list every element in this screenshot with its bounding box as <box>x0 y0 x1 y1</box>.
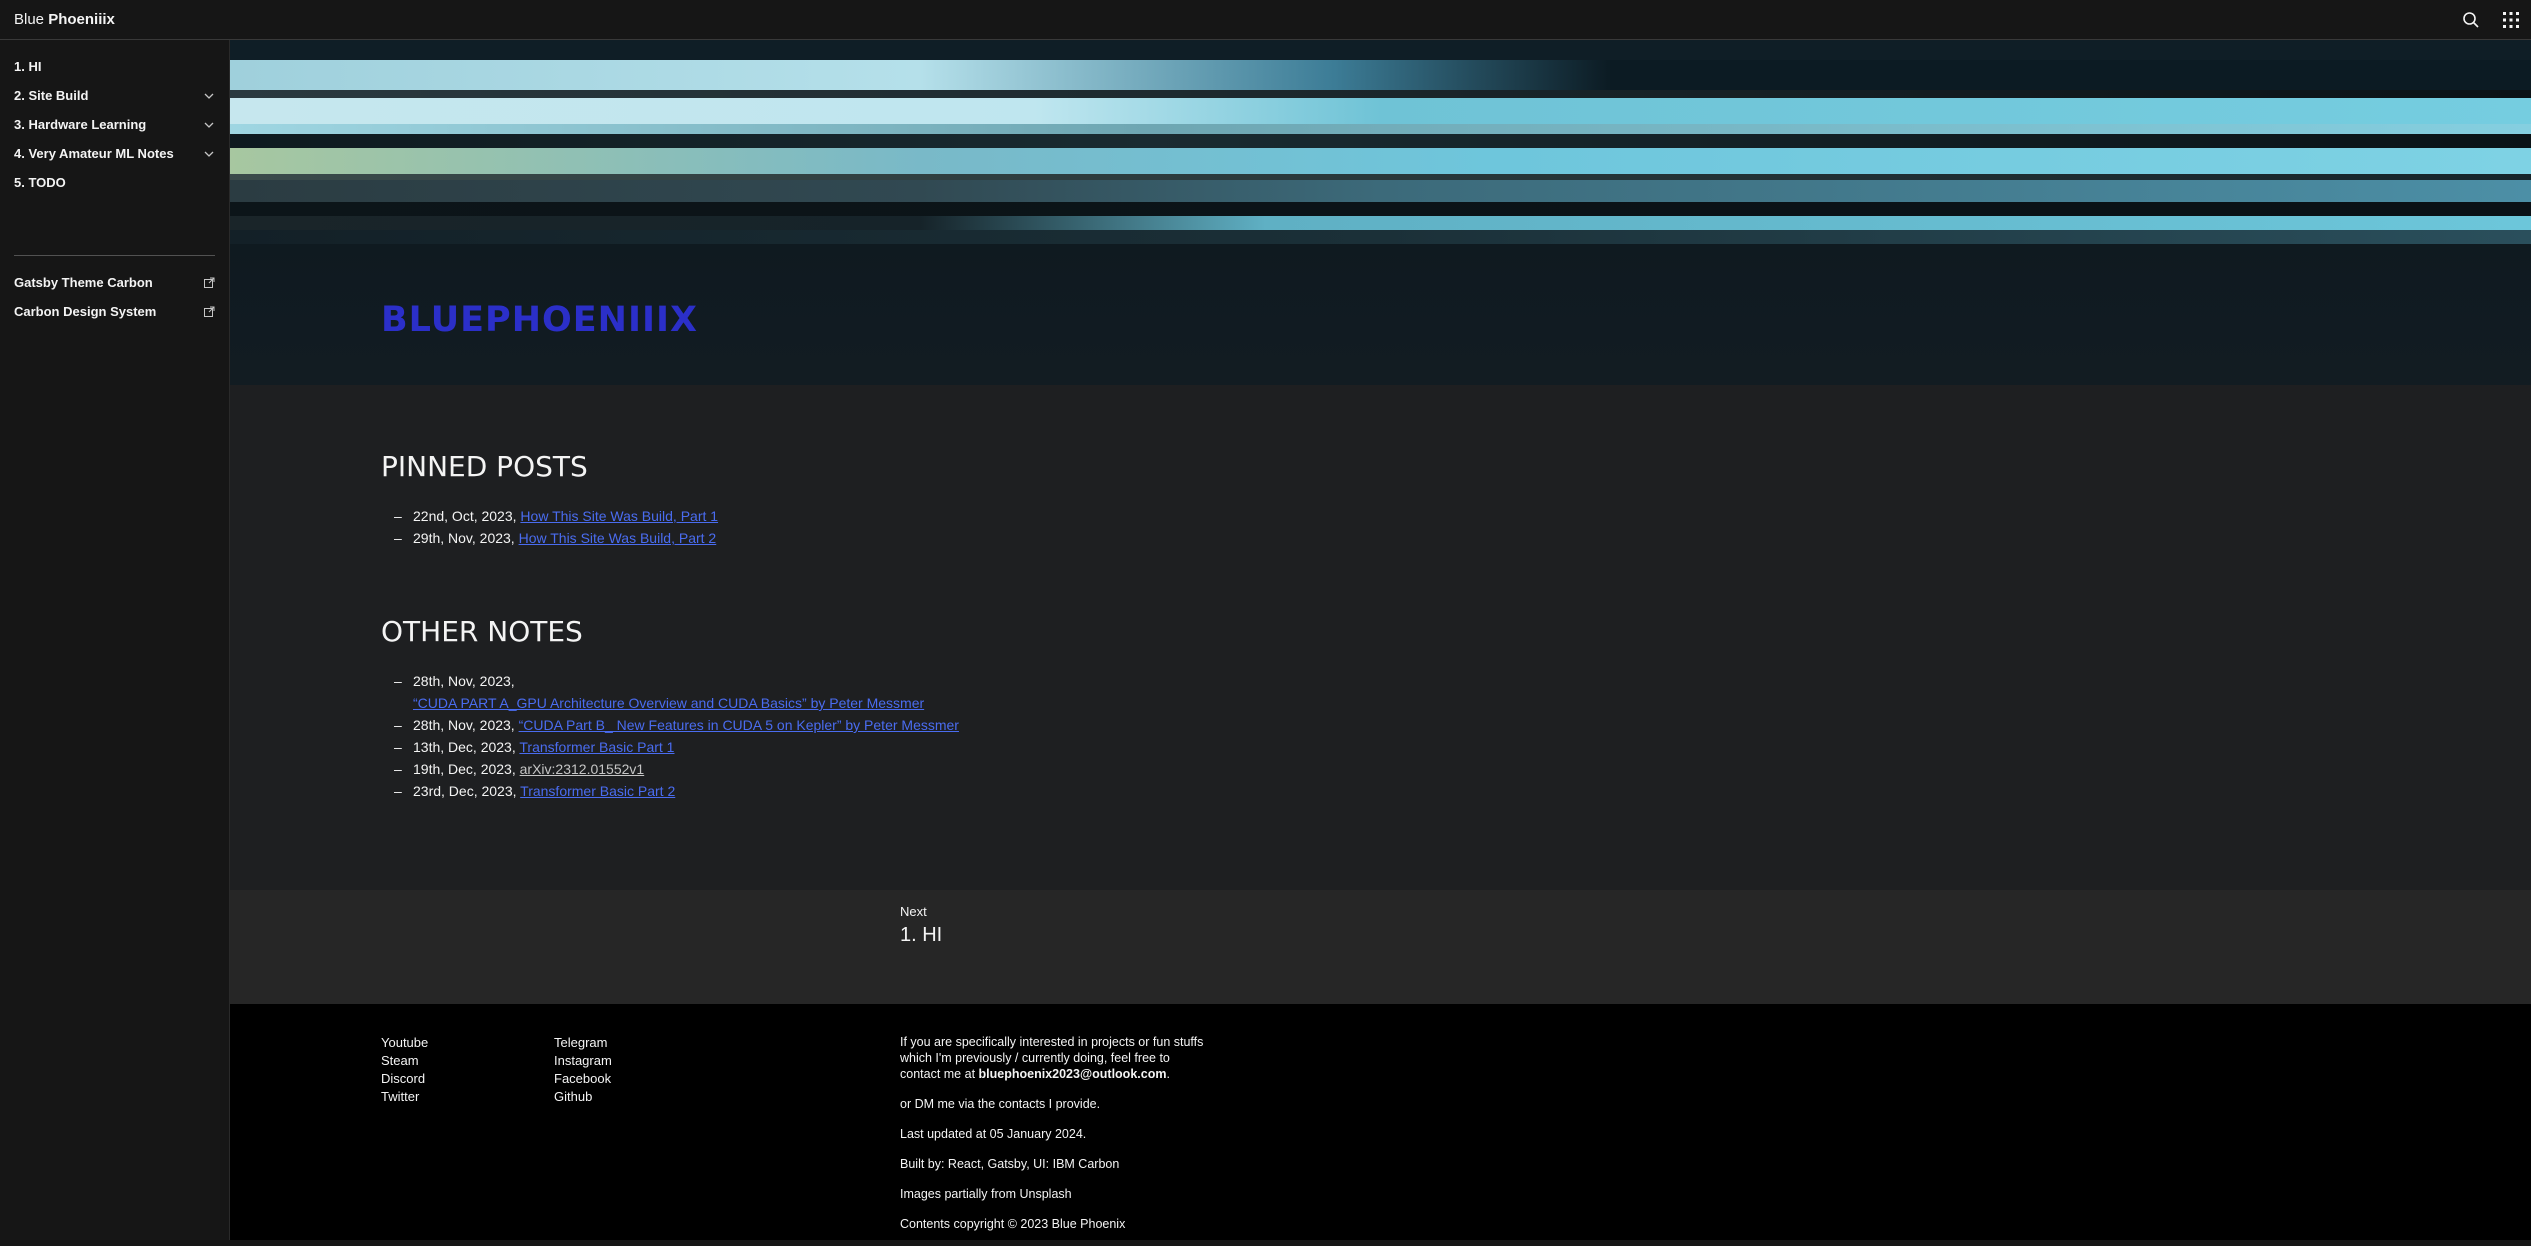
footer-link-twitter[interactable]: Twitter <box>381 1088 428 1106</box>
chevron-down-icon <box>204 151 214 157</box>
next-page-title: 1. HI <box>900 924 943 946</box>
other-notes-title: OTHER NOTES <box>381 615 583 648</box>
post-link[interactable]: How This Site Was Build, Part 2 <box>519 530 717 546</box>
sidebar-link-label: Carbon Design System <box>14 304 157 319</box>
footer-email[interactable]: bluephoenix2023@outlook.com <box>979 1067 1167 1081</box>
list-item: 29th, Nov, 2023, How This Site Was Build… <box>381 527 1581 549</box>
footer-links-col2: Telegram Instagram Facebook Github <box>554 1034 612 1106</box>
sidebar-item-label: 2. Site Build <box>14 88 89 103</box>
footer-built-by: Built by: React, Gatsby, UI: IBM Carbon <box>900 1157 1120 1171</box>
brand-bold: Phoeniiix <box>48 11 115 28</box>
main-content: BLUEPHOENIIIX PINNED POSTS 22nd, Oct, 20… <box>230 40 2531 1240</box>
footer-link-telegram[interactable]: Telegram <box>554 1034 612 1052</box>
footer-links-col1: Youtube Steam Discord Twitter <box>381 1034 428 1106</box>
sidebar-divider <box>14 255 215 256</box>
post-link[interactable]: How This Site Was Build, Part 1 <box>520 508 718 524</box>
list-item: 23rd, Dec, 2023, Transformer Basic Part … <box>381 780 1581 802</box>
site-brand[interactable]: Blue Phoeniiix <box>14 11 115 28</box>
sidebar-link-carbon-design-system[interactable]: Carbon Design System <box>0 297 229 326</box>
list-item: 13th, Dec, 2023, Transformer Basic Part … <box>381 736 1581 758</box>
search-icon[interactable] <box>2451 0 2491 40</box>
list-item: 28th, Nov, 2023, “CUDA PART A_GPU Archit… <box>381 670 1581 714</box>
other-notes-section: OTHER NOTES 28th, Nov, 2023, “CUDA PART … <box>381 615 1581 802</box>
footer: Youtube Steam Discord Twitter Telegram I… <box>230 1004 2531 1240</box>
post-date: 22nd, Oct, 2023, <box>413 508 517 524</box>
footer-link-discord[interactable]: Discord <box>381 1070 428 1088</box>
footer-link-instagram[interactable]: Instagram <box>554 1052 612 1070</box>
footer-link-steam[interactable]: Steam <box>381 1052 428 1070</box>
sidebar-item-label: 3. Hardware Learning <box>14 117 147 132</box>
next-label: Next <box>900 904 927 919</box>
sidebar-link-gatsby-theme-carbon[interactable]: Gatsby Theme Carbon <box>0 268 229 297</box>
other-notes-list: 28th, Nov, 2023, “CUDA PART A_GPU Archit… <box>381 670 1581 802</box>
launch-icon <box>204 277 215 288</box>
side-nav: 1. HI 2. Site Build 3. Hardware Learning… <box>0 40 230 1240</box>
footer-dm-text: or DM me via the contacts I provide. <box>900 1097 1101 1111</box>
list-item: 28th, Nov, 2023, “CUDA Part B_ New Featu… <box>381 714 1581 736</box>
post-date: 28th, Nov, 2023, <box>413 673 515 689</box>
posts-content: PINNED POSTS 22nd, Oct, 2023, How This S… <box>381 450 1581 802</box>
post-date: 28th, Nov, 2023, <box>413 717 515 733</box>
app-switcher-icon[interactable] <box>2491 0 2531 40</box>
launch-icon <box>204 306 215 317</box>
footer-info: If you are specifically interested in pr… <box>900 1034 1210 1246</box>
footer-copyright: Contents copyright © 2023 Blue Phoenix <box>900 1217 1126 1231</box>
chevron-down-icon <box>204 93 214 99</box>
post-link[interactable]: arXiv:2312.01552v1 <box>520 761 645 777</box>
post-date: 19th, Dec, 2023, <box>413 761 516 777</box>
chevron-down-icon <box>204 122 214 128</box>
footer-images-credit: Images partially from Unsplash <box>900 1187 1072 1201</box>
brand-light: Blue <box>14 11 45 28</box>
sidebar-item-todo[interactable]: 5. TODO <box>0 168 229 197</box>
sidebar-item-label: 4. Very Amateur ML Notes <box>14 146 174 161</box>
next-page-panel[interactable]: Next 1. HI <box>230 890 2531 1004</box>
post-link[interactable]: Transformer Basic Part 1 <box>519 739 674 755</box>
top-header: Blue Phoeniiix <box>0 0 2531 40</box>
pinned-posts-list: 22nd, Oct, 2023, How This Site Was Build… <box>381 505 1581 549</box>
hero-banner: BLUEPHOENIIIX <box>230 40 2531 385</box>
sidebar-item-ml-notes[interactable]: 4. Very Amateur ML Notes <box>0 139 229 168</box>
footer-contact-text: If you are specifically interested in pr… <box>900 1035 1204 1081</box>
pinned-posts-title: PINNED POSTS <box>381 450 588 483</box>
footer-link-facebook[interactable]: Facebook <box>554 1070 612 1088</box>
sidebar-item-label: 5. TODO <box>14 175 66 190</box>
nav-list: 1. HI 2. Site Build 3. Hardware Learning… <box>0 52 229 197</box>
list-item: 19th, Dec, 2023, arXiv:2312.01552v1 <box>381 758 1581 780</box>
footer-updated: Last updated at 05 January 2024. <box>900 1127 1087 1141</box>
footer-link-youtube[interactable]: Youtube <box>381 1034 428 1052</box>
sidebar-item-hardware-learning[interactable]: 3. Hardware Learning <box>0 110 229 139</box>
list-item: 22nd, Oct, 2023, How This Site Was Build… <box>381 505 1581 527</box>
post-date: 29th, Nov, 2023, <box>413 530 515 546</box>
post-date: 13th, Dec, 2023, <box>413 739 516 755</box>
post-link[interactable]: Transformer Basic Part 2 <box>520 783 675 799</box>
footer-link-github[interactable]: Github <box>554 1088 612 1106</box>
hero-title: BLUEPHOENIIIX <box>381 300 699 340</box>
post-link[interactable]: “CUDA Part B_ New Features in CUDA 5 on … <box>519 717 959 733</box>
post-date: 23rd, Dec, 2023, <box>413 783 517 799</box>
post-link[interactable]: “CUDA PART A_GPU Architecture Overview a… <box>413 695 924 711</box>
header-actions <box>2451 0 2531 40</box>
sidebar-link-label: Gatsby Theme Carbon <box>14 275 153 290</box>
sidebar-item-site-build[interactable]: 2. Site Build <box>0 81 229 110</box>
sidebar-item-hi[interactable]: 1. HI <box>0 52 229 81</box>
sidebar-item-label: 1. HI <box>14 59 42 74</box>
